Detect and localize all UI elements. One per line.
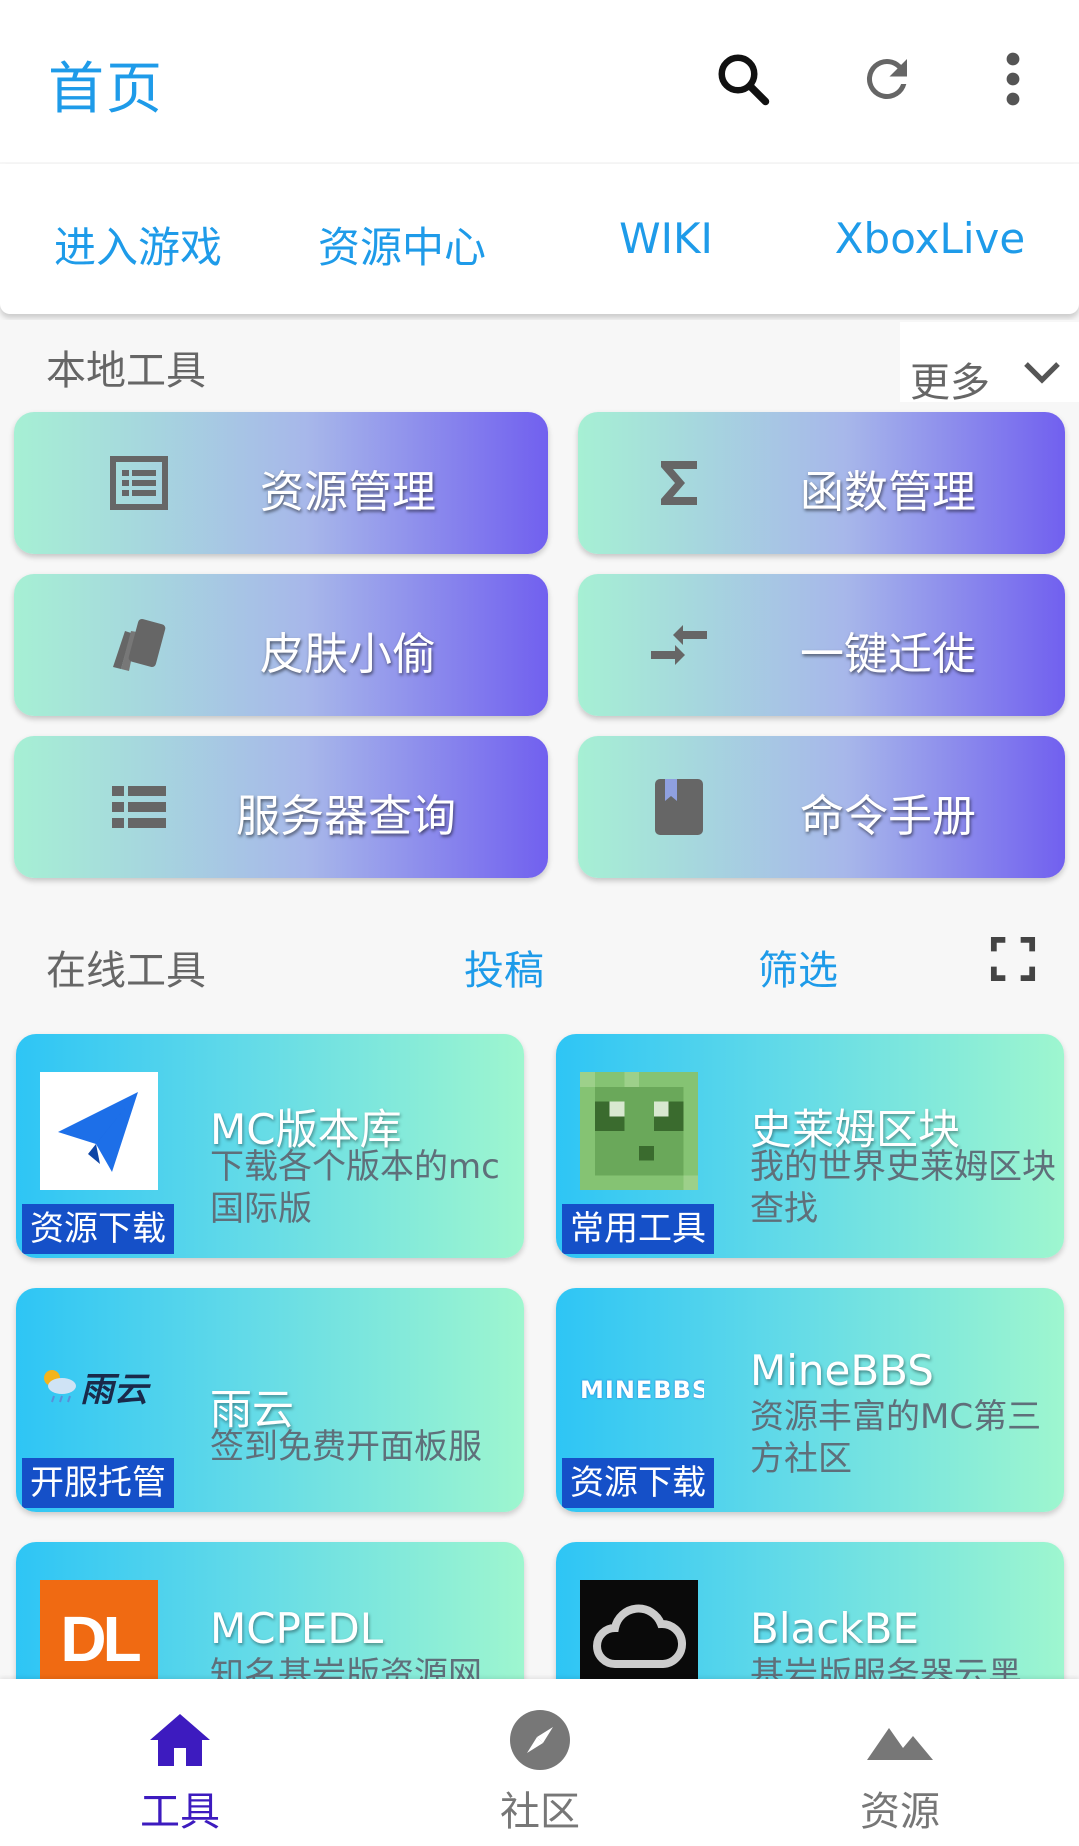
tool-label: 服务器查询 <box>236 791 456 842</box>
card-description: 知名基岩版资源网 <box>210 1655 482 1679</box>
card-description: 资源丰富的MC第三方社区 <box>750 1397 1042 1479</box>
local-tools-title: 本地工具 <box>46 348 206 394</box>
online-card-mcpedl[interactable]: DL MCPEDL 知名基岩版资源网 <box>16 1542 524 1679</box>
minebbs-logo-text: MINEBBS <box>580 1376 704 1404</box>
tool-label: 命令手册 <box>800 791 976 842</box>
submit-link[interactable]: 投稿 <box>464 938 544 996</box>
nav-label: 工具 <box>140 1789 220 1835</box>
search-icon <box>718 54 770 106</box>
tool-skin-stealer[interactable]: 皮肤小偷 <box>14 574 548 716</box>
app-root: 首页 进入游戏 资源中心 WIKI XboxLive 本地工具 更多 资源管理 … <box>0 0 1079 1846</box>
nav-label: 社区 <box>500 1789 580 1835</box>
quicklink-enter-game[interactable]: 进入游戏 <box>6 214 270 272</box>
cards-icon <box>104 610 174 680</box>
card-title: BlackBE <box>750 1604 919 1653</box>
arrows-compress-icon <box>644 610 714 680</box>
online-card-slime-chunk[interactable]: 常用工具 史莱姆区块 我的世界史莱姆区块查找 <box>556 1034 1064 1258</box>
tool-resource-manager[interactable]: 资源管理 <box>14 412 548 554</box>
tool-server-query[interactable]: 服务器查询 <box>14 736 548 878</box>
top-app-bar: 首页 <box>0 0 1079 162</box>
fullscreen-button[interactable] <box>990 936 1036 986</box>
more-label: 更多 <box>910 360 990 406</box>
card-description: 下载各个版本的mc国际版 <box>210 1147 500 1229</box>
card-tag: 常用工具 <box>562 1204 714 1254</box>
rainyun-logo: 雨云 <box>40 1346 158 1426</box>
quicklink-wiki[interactable]: WIKI <box>534 214 798 270</box>
card-tag: 开服托管 <box>22 1458 174 1508</box>
quick-links-card: 进入游戏 资源中心 WIKI XboxLive <box>0 164 1079 314</box>
tool-label: 函数管理 <box>800 467 976 518</box>
online-card-minebbs[interactable]: MINEBBS 资源下载 MineBBS 资源丰富的MC第三方社区 <box>556 1288 1064 1512</box>
card-description: 基岩版服务器云黑 <box>750 1655 1022 1679</box>
online-tools-title: 在线工具 <box>46 948 206 994</box>
compass-icon <box>505 1705 575 1775</box>
search-button[interactable] <box>708 44 778 114</box>
online-tools-header: 在线工具 投稿 筛选 <box>0 912 1079 1016</box>
online-card-mc-versions[interactable]: 资源下载 MC版本库 下载各个版本的mc国际版 <box>16 1034 524 1258</box>
online-card-rainyun[interactable]: 雨云 开服托管 雨云 签到免费开面板服 <box>16 1288 524 1512</box>
online-tools-list: 资源下载 MC版本库 下载各个版本的mc国际版 常用工具 史莱姆区块 我的世界史… <box>0 1016 1079 1679</box>
list-alt-icon <box>104 448 174 518</box>
nav-label: 资源 <box>860 1789 940 1835</box>
local-tools-more-button[interactable]: 更多 <box>900 322 1079 406</box>
more-options-button[interactable] <box>978 44 1048 114</box>
card-description: 我的世界史莱姆区块查找 <box>750 1147 1056 1229</box>
tool-label: 皮肤小偷 <box>260 629 436 680</box>
tool-one-click-migrate[interactable]: 一键迁徙 <box>578 574 1065 716</box>
server-list-icon <box>104 772 174 842</box>
card-tag: 资源下载 <box>22 1204 174 1254</box>
page-title: 首页 <box>48 57 164 122</box>
refresh-icon <box>866 58 907 99</box>
filter-link[interactable]: 筛选 <box>758 938 838 996</box>
card-description: 签到免费开面板服 <box>210 1427 482 1467</box>
card-title: MCPEDL <box>210 1604 384 1653</box>
card-tag: 资源下载 <box>562 1458 714 1508</box>
online-card-blackbe[interactable]: BlackBE 基岩版服务器云黑 <box>556 1542 1064 1679</box>
mountains-icon <box>865 1705 935 1775</box>
card-title: MineBBS <box>750 1346 934 1395</box>
tool-function-manager[interactable]: 函数管理 <box>578 412 1065 554</box>
fullscreen-icon <box>990 936 1036 982</box>
tool-label: 资源管理 <box>260 467 436 518</box>
book-icon <box>644 772 714 842</box>
paper-plane-logo <box>40 1072 158 1190</box>
minebbs-logo: MINEBBS <box>580 1368 704 1412</box>
nav-tools[interactable]: 工具 <box>60 1679 300 1846</box>
mcpedl-logo-text: DL <box>60 1603 141 1675</box>
tool-command-manual[interactable]: 命令手册 <box>578 736 1065 878</box>
slime-logo <box>580 1072 698 1190</box>
quicklink-xboxlive[interactable]: XboxLive <box>798 214 1062 270</box>
refresh-button[interactable] <box>852 44 922 114</box>
tool-label: 一键迁徙 <box>800 629 976 680</box>
more-vert-icon <box>1006 52 1020 106</box>
nav-resources[interactable]: 资源 <box>780 1679 1020 1846</box>
bottom-navigation: 工具 社区 资源 <box>0 1679 1079 1846</box>
chevron-down-icon <box>1024 362 1060 384</box>
cloud-logo <box>580 1580 698 1679</box>
sigma-icon <box>644 448 714 518</box>
rainyun-logo-text: 雨云 <box>80 1369 148 1410</box>
quicklink-resource-center[interactable]: 资源中心 <box>270 214 534 272</box>
mcpedl-logo: DL <box>40 1580 158 1679</box>
home-icon <box>145 1705 215 1775</box>
nav-community[interactable]: 社区 <box>420 1679 660 1846</box>
